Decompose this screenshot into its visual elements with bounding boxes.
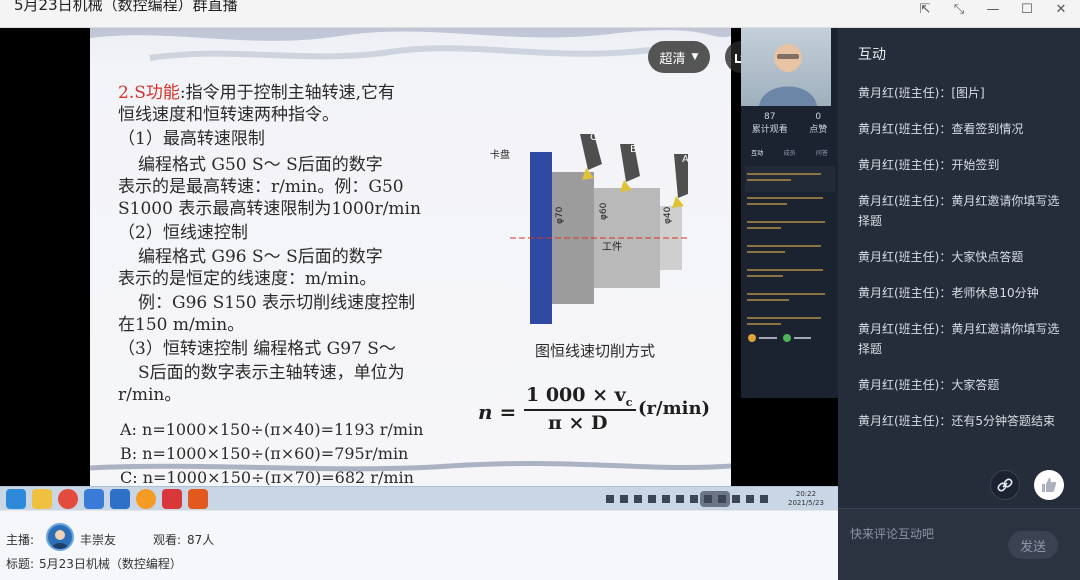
slide-item3-c: r/min。 xyxy=(118,385,182,405)
tool-b-label: B xyxy=(630,144,637,155)
slide-item3-a: （3）恒转速控制 编程格式 G97 S～ xyxy=(118,339,396,359)
chat-message: 黄月红(班主任)：黄月红邀请你填写选择题 xyxy=(858,194,1060,228)
topic-value: 5月23日机械（数控编程） xyxy=(39,557,182,571)
figure-caption: 图恒线速切削方式 xyxy=(535,342,656,360)
dia-60-label: φ60 xyxy=(599,202,609,220)
link-button[interactable] xyxy=(990,470,1020,500)
slide-item2-title: （2）恒线速控制 xyxy=(118,223,248,243)
chat-message: 黄月红(班主任)：[图片] xyxy=(858,86,985,100)
shrink-icon[interactable]: ⤡ xyxy=(950,2,968,17)
shared-app-panel: 87 累计观看 0 点赞 互动 成员 问答 xyxy=(741,28,838,398)
quality-selector[interactable]: 超清 ▼ xyxy=(648,41,710,73)
chat-message: 黄月红(班主任)：还有5分钟答题结束 xyxy=(858,414,1056,428)
chuck-label: 卡盘 xyxy=(490,148,510,161)
embedded-taskbar: 20:22 2021/5/23 xyxy=(0,486,838,510)
caret-down-icon: ▼ xyxy=(691,52,699,62)
chat-message: 黄月红(班主任)：老师休息10分钟 xyxy=(858,286,1039,300)
views-count: 87人 xyxy=(187,533,215,547)
formula-denominator: π × D xyxy=(548,412,608,434)
shared-slide: 2.S功能:指令用于控制主轴转速,它有 恒线速度和恒转速两种指令。 （1）最高转… xyxy=(90,28,731,490)
host-name: 丰崇友 xyxy=(80,533,117,547)
browser-icon xyxy=(58,489,78,509)
slide-item2-b: 表示的是恒定的线速度：m/min。 xyxy=(118,269,377,289)
chat-message: 黄月红(班主任)：黄月红邀请你填写选择题 xyxy=(858,322,1060,356)
system-tray-icons xyxy=(606,495,768,503)
slide-line2: 恒线速度和恒转速两种指令。 xyxy=(118,105,339,125)
slide-brush-decoration xyxy=(90,28,731,61)
views-label: 观看: xyxy=(153,533,182,547)
send-button[interactable]: 发送 xyxy=(1008,531,1058,559)
title-bar: 5月23日机械（数控编程）群直播 ⇱ ⤡ — ☐ ✕ xyxy=(0,0,1080,28)
app-icon xyxy=(136,489,156,509)
sidebar-title: 互动 xyxy=(858,47,886,63)
host-label: 主播: xyxy=(6,533,35,547)
tool-a-label: A xyxy=(682,154,689,165)
system-clock: 20:22 2021/5/23 xyxy=(788,490,824,507)
formula-lhs: n = xyxy=(478,400,517,424)
chat-message: 黄月红(班主任)：大家快点答题 xyxy=(858,250,1024,264)
comment-area: 快来评论互动吧 发送 xyxy=(838,508,1080,580)
window-title: 5月23日机械（数控编程）群直播 xyxy=(14,0,238,14)
maximize-icon[interactable]: ☐ xyxy=(1018,2,1036,17)
share-icon[interactable]: ⇱ xyxy=(916,2,934,17)
chat-message: 黄月红(班主任)：查看签到情况 xyxy=(858,122,1024,136)
dia-40-label: φ40 xyxy=(663,206,673,224)
tool-c-label: C xyxy=(590,132,597,143)
panel-stats: 87 累计观看 0 点赞 xyxy=(751,112,828,135)
workpiece-label: 工件 xyxy=(602,241,622,253)
comment-input[interactable]: 快来评论互动吧 xyxy=(850,525,934,542)
interaction-sidebar: 互动 黄月红(班主任)：[图片] 黄月红(班主任)：查看签到情况 黄月红(班主任… xyxy=(838,28,1080,580)
live-stage[interactable]: 2.S功能:指令用于控制主轴转速,它有 恒线速度和恒转速两种指令。 （1）最高转… xyxy=(0,28,838,510)
panel-msg-lines xyxy=(747,173,825,325)
slides-icon xyxy=(188,489,208,509)
topic-label: 标题: xyxy=(6,557,35,571)
formula-unit: (r/min) xyxy=(638,398,711,419)
slide-item2-d: 在150 m/min。 xyxy=(118,315,245,335)
dia-70-label: φ70 xyxy=(555,206,565,224)
minimize-icon[interactable]: — xyxy=(984,2,1002,17)
link-icon xyxy=(997,478,1013,492)
host-avatar[interactable] xyxy=(46,523,74,551)
app-icon xyxy=(110,489,130,509)
slide-item1-c: S1000 表示最高转速限制为1000r/min xyxy=(118,199,421,219)
formula-numerator: 1 000 × vc xyxy=(526,384,633,409)
shield-icon xyxy=(84,489,104,509)
lathe-diagram: 卡盘 C B A φ70 φ60 φ40 工件 xyxy=(490,132,689,324)
chat-list: 黄月红(班主任)：[图片] 黄月红(班主任)：查看签到情况 黄月红(班主任)：开… xyxy=(858,83,1063,447)
presenter-figure xyxy=(759,44,817,106)
thumbs-up-icon xyxy=(1042,478,1057,492)
panel-tabs: 互动 成员 问答 xyxy=(751,150,828,157)
presenter-camera xyxy=(741,28,831,106)
chat-message: 黄月红(班主任)：开始签到 xyxy=(858,158,1000,172)
avatar-icon xyxy=(51,530,69,549)
folder-icon xyxy=(32,489,52,509)
window-controls: ⇱ ⤡ — ☐ ✕ xyxy=(916,2,1070,17)
like-button[interactable] xyxy=(1034,470,1064,500)
wps-icon xyxy=(162,489,182,509)
app-icon xyxy=(6,489,26,509)
chat-message: 黄月红(班主任)：大家答题 xyxy=(858,378,1000,392)
formula-bar xyxy=(524,409,636,411)
slide-calc-a: A: n=1000×150÷(π×40)=1193 r/min xyxy=(120,420,424,439)
close-icon[interactable]: ✕ xyxy=(1052,2,1070,17)
panel-bottom-controls xyxy=(748,334,811,342)
stream-info: 主播: 丰崇友 观看: 87人 标题: 5月23日机械（数控编程） xyxy=(0,510,838,580)
slide-item1-title: （1）最高转速限制 xyxy=(118,129,265,149)
